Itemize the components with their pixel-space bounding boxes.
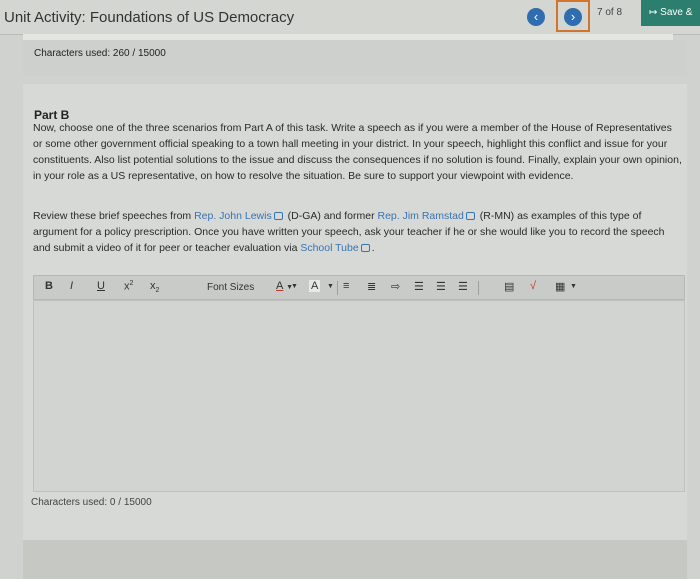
align-left-icon[interactable]: ☰ bbox=[414, 280, 424, 293]
page-bottom-area bbox=[23, 540, 687, 579]
link-jim-ramstad[interactable]: Rep. Jim Ramstad bbox=[378, 210, 464, 222]
next-button[interactable]: › bbox=[564, 8, 582, 26]
part-b-instructions: Now, choose one of the three scenarios f… bbox=[33, 122, 682, 182]
background-color-button[interactable]: A bbox=[309, 280, 321, 292]
dropdown-arrow-icon[interactable]: ▼ bbox=[291, 283, 298, 290]
font-size-select[interactable]: Font Sizes ▼ bbox=[207, 279, 297, 296]
table-icon[interactable]: ▦ bbox=[555, 280, 565, 293]
dropdown-arrow-icon[interactable]: ▼ bbox=[327, 283, 334, 290]
underline-button[interactable]: U bbox=[97, 280, 105, 292]
align-right-icon[interactable]: ☰ bbox=[458, 280, 468, 293]
external-link-icon bbox=[465, 212, 475, 220]
indent-icon[interactable]: ⇨ bbox=[391, 280, 400, 293]
external-link-icon bbox=[360, 244, 370, 252]
italic-button[interactable]: I bbox=[70, 280, 73, 292]
text-color-button[interactable]: A bbox=[276, 280, 283, 292]
save-exit-icon: ↦ bbox=[649, 7, 658, 18]
editor-toolbar: B I U x2 x2 Font Sizes ▼ A ▼ A ▼ ≡ ≣ ⇨ ☰… bbox=[33, 275, 685, 300]
align-center-icon[interactable]: ☰ bbox=[436, 280, 446, 293]
link-school-tube[interactable]: School Tube bbox=[300, 242, 358, 254]
speech-text-editor[interactable] bbox=[33, 300, 685, 492]
math-icon[interactable]: √ bbox=[530, 280, 536, 292]
save-label: Save & bbox=[660, 7, 693, 18]
chevron-left-icon: ‹ bbox=[533, 9, 539, 24]
external-link-icon bbox=[273, 212, 283, 220]
next-button-focus-ring[interactable]: › bbox=[556, 0, 590, 32]
part-b-resources: Review these brief speeches from Rep. Jo… bbox=[33, 210, 665, 254]
page-count: 7 of 8 bbox=[597, 7, 623, 18]
save-button[interactable]: ↦ Save & bbox=[641, 0, 700, 26]
link-john-lewis[interactable]: Rep. John Lewis bbox=[194, 210, 272, 222]
part-b-char-count: Characters used: 0 / 15000 bbox=[31, 497, 152, 508]
toolbar-separator bbox=[478, 281, 479, 295]
part-a-char-count: Characters used: 260 / 15000 bbox=[34, 48, 166, 59]
chevron-right-icon: › bbox=[570, 9, 576, 24]
subscript-button[interactable]: x2 bbox=[150, 280, 159, 294]
page-title: Unit Activity: Foundations of US Democra… bbox=[4, 9, 295, 26]
bold-button[interactable]: B bbox=[45, 280, 53, 292]
numbered-list-icon[interactable]: ≣ bbox=[367, 280, 376, 293]
toolbar-separator bbox=[337, 281, 338, 295]
prev-button[interactable]: ‹ bbox=[527, 8, 545, 26]
dropdown-arrow-icon[interactable]: ▼ bbox=[570, 283, 577, 290]
superscript-button[interactable]: x2 bbox=[124, 280, 133, 293]
insert-image-icon[interactable]: ▤ bbox=[504, 280, 514, 293]
bullet-list-icon[interactable]: ≡ bbox=[343, 280, 349, 292]
header-bar: Unit Activity: Foundations of US Democra… bbox=[0, 0, 700, 35]
